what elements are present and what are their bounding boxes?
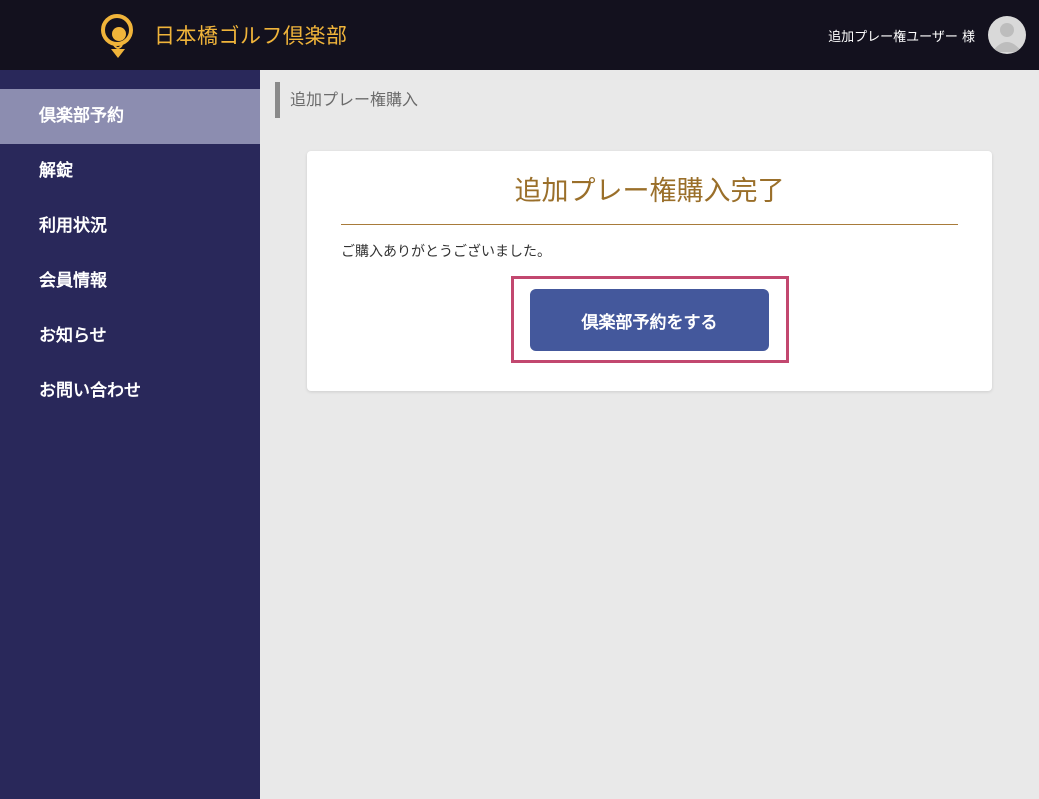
golf-ball-logo-icon	[98, 11, 138, 59]
club-reservation-button[interactable]: 倶楽部予約をする	[530, 289, 769, 351]
completion-card: 追加プレー権購入完了 ご購入ありがとうございました。 倶楽部予約をする	[307, 151, 992, 391]
thank-you-message: ご購入ありがとうございました。	[341, 244, 551, 260]
sidebar-item-member-info[interactable]: 会員情報	[0, 254, 260, 309]
user-avatar-icon[interactable]	[988, 16, 1026, 54]
main-content: 追加プレー権購入 追加プレー権購入完了 ご購入ありがとうございました。 倶楽部予…	[260, 70, 1039, 799]
sidebar-item-unlock[interactable]: 解錠	[0, 144, 260, 199]
top-header: 日本橋ゴルフ倶楽部 追加プレー権ユーザー 様	[0, 0, 1039, 70]
sidebar-item-contact[interactable]: お問い合わせ	[0, 364, 260, 419]
brand-title[interactable]: 日本橋ゴルフ倶楽部	[154, 20, 348, 50]
breadcrumb: 追加プレー権購入	[275, 82, 418, 118]
sidebar-item-club-reservation[interactable]: 倶楽部予約	[0, 89, 260, 144]
sidebar-nav: 倶楽部予約 解錠 利用状況 会員情報 お知らせ お問い合わせ	[0, 70, 260, 799]
card-title: 追加プレー権購入完了	[514, 176, 785, 207]
user-name-label: 追加プレー権ユーザー 様	[828, 30, 975, 45]
sidebar-item-notices[interactable]: お知らせ	[0, 309, 260, 364]
sidebar-item-usage-status[interactable]: 利用状況	[0, 199, 260, 254]
card-divider	[341, 224, 958, 225]
